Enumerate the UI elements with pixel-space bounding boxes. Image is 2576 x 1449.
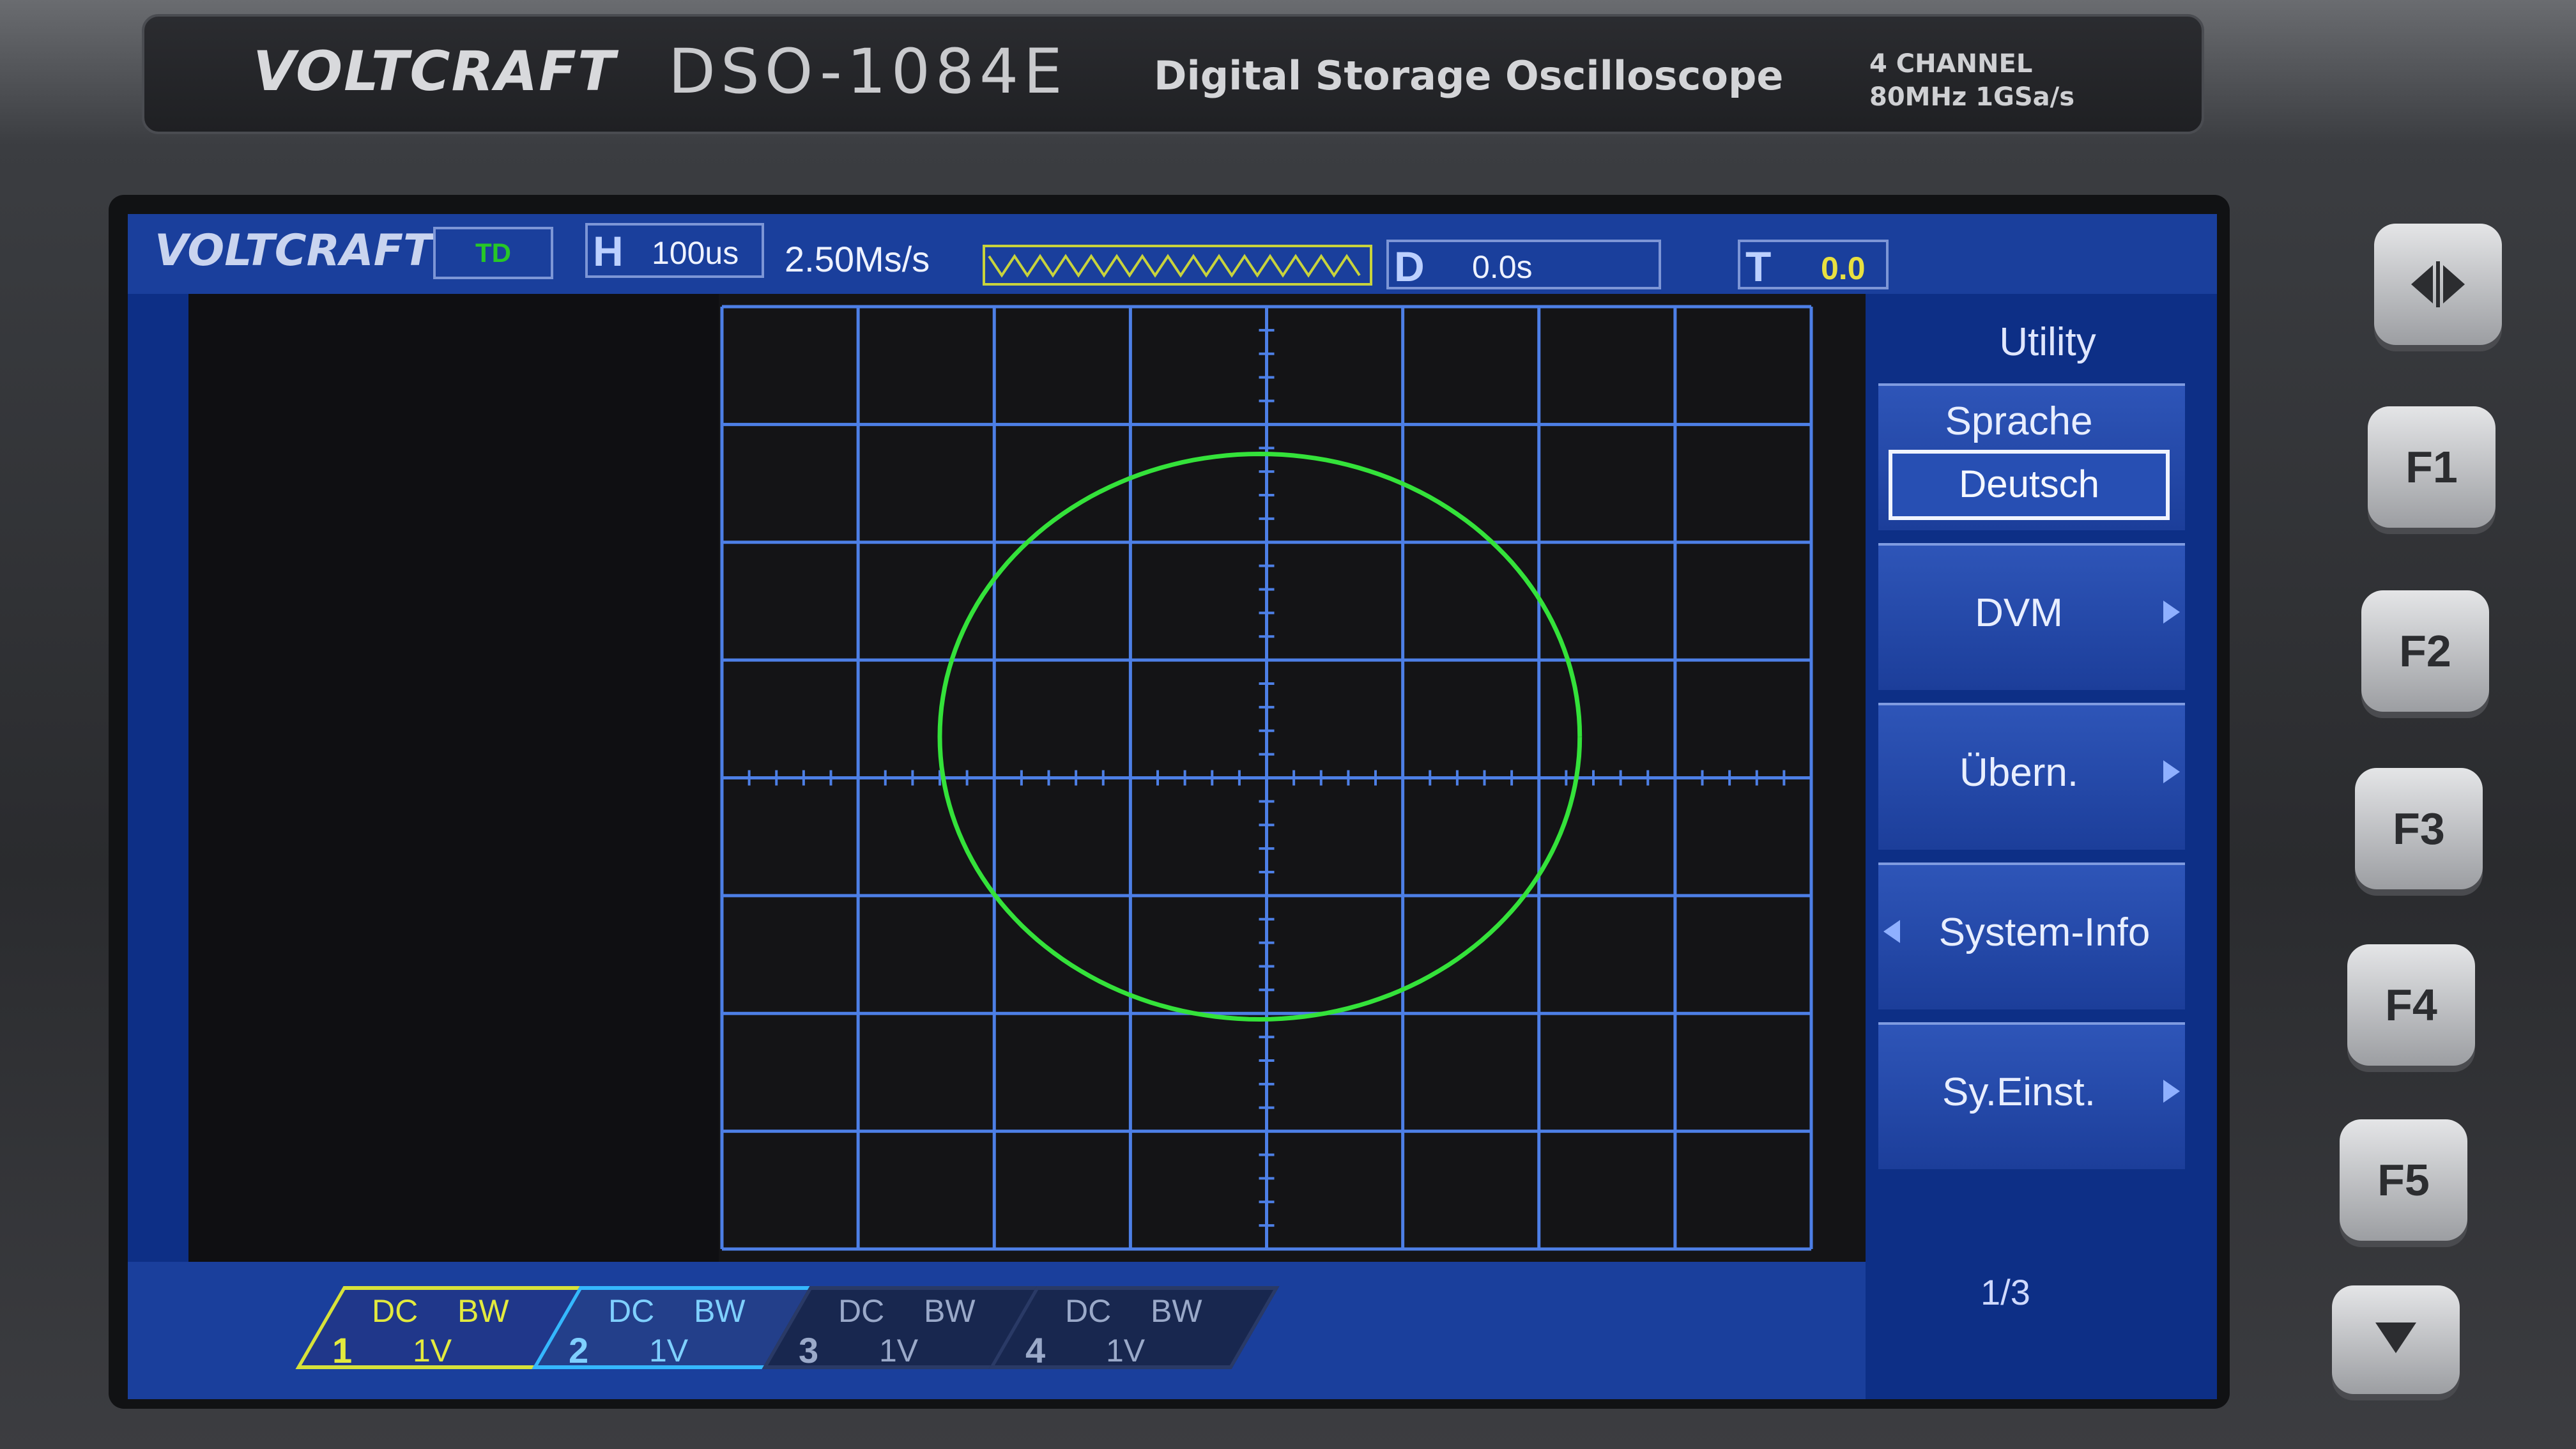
channel-volts-div: 1V bbox=[1106, 1333, 1146, 1368]
f5-button[interactable]: F5 bbox=[2340, 1119, 2467, 1241]
trigger-level-value: 0.0 bbox=[1821, 250, 1866, 286]
channel-volts-div: 1V bbox=[879, 1333, 919, 1368]
system-config-label: Sy.Einst. bbox=[1942, 1070, 2096, 1114]
system-info-label: System-Info bbox=[1938, 910, 2150, 954]
screen-logo: VOLTCRAFT bbox=[155, 226, 433, 276]
channel-number: 4 bbox=[1025, 1330, 1046, 1370]
device-spec: 4 CHANNEL 80MHz 1GSa/s bbox=[1869, 47, 2074, 114]
channel-volts-div: 1V bbox=[413, 1333, 452, 1368]
submenu-arrow-icon bbox=[2163, 1080, 2180, 1103]
t-label: T bbox=[1745, 243, 1772, 290]
display-toggle-button[interactable] bbox=[2374, 224, 2502, 345]
channel-number: 2 bbox=[569, 1330, 589, 1370]
left-dim-area bbox=[188, 294, 719, 1262]
trigger-level[interactable]: T bbox=[1738, 240, 1889, 290]
menu-item-system-info[interactable]: System-Info bbox=[1878, 862, 2185, 1009]
memory-wave-icon bbox=[988, 254, 1361, 278]
status-bar: VOLTCRAFT TD H 100us 2.50Ms/s D 0.0s T 0… bbox=[128, 214, 2217, 294]
f4-button[interactable]: F4 bbox=[2347, 944, 2475, 1066]
channel-coupling: DC bbox=[608, 1293, 655, 1329]
sample-rate: 2.50Ms/s bbox=[785, 239, 930, 279]
d-label: D bbox=[1394, 243, 1425, 290]
channel-number: 1 bbox=[332, 1330, 353, 1370]
brand-bar: VOLTCRAFT DSO-1084E Digital Storage Osci… bbox=[142, 14, 2204, 134]
lcd-screen: VOLTCRAFT TD H 100us 2.50Ms/s D 0.0s T 0… bbox=[128, 214, 2217, 1399]
dvm-label: DVM bbox=[1975, 591, 2063, 635]
channel-bw-limit: BW bbox=[924, 1293, 976, 1329]
xy-graticule bbox=[188, 294, 1866, 1262]
channel-bw-limit: BW bbox=[694, 1293, 746, 1329]
waveform-memory-indicator bbox=[983, 245, 1372, 286]
brand-logo: VOLTCRAFT bbox=[253, 40, 617, 103]
page-down-button[interactable] bbox=[2332, 1285, 2460, 1394]
menu-item-system-config[interactable]: Sy.Einst. bbox=[1878, 1022, 2185, 1169]
menu-item-language[interactable]: Sprache Deutsch bbox=[1878, 383, 2185, 530]
submenu-arrow-icon bbox=[2163, 601, 2180, 624]
channel-coupling: DC bbox=[838, 1293, 885, 1329]
spec-bandwidth: 80MHz 1GSa/s bbox=[1869, 82, 2075, 112]
spec-channels: 4 CHANNEL bbox=[1869, 49, 2033, 79]
f3-button[interactable]: F3 bbox=[2355, 768, 2483, 889]
d-delay-value: 0.0s bbox=[1472, 249, 1533, 285]
menu-page-indicator: 1/3 bbox=[1981, 1272, 2030, 1312]
language-label: Sprache bbox=[1945, 399, 2093, 443]
channel-bw-limit: BW bbox=[457, 1293, 509, 1329]
submenu-arrow-icon bbox=[2163, 760, 2180, 783]
model-name: DSO-1084E bbox=[668, 36, 1068, 107]
channel-coupling: DC bbox=[1065, 1293, 1112, 1329]
transfer-label: Übern. bbox=[1959, 751, 2079, 795]
channel-coupling: DC bbox=[372, 1293, 418, 1329]
menu-item-transfer[interactable]: Übern. bbox=[1878, 703, 2185, 850]
channel-4-badge[interactable]: 4 DC BW 1V bbox=[988, 1286, 1280, 1370]
channel-number: 3 bbox=[799, 1330, 819, 1370]
channel-bw-limit: BW bbox=[1151, 1293, 1202, 1329]
channel-strip: 1 DC BW 1V 2 DC BW 1V 3 DC BW 1V 4 DC BW… bbox=[128, 1262, 1866, 1399]
channel-volts-div: 1V bbox=[649, 1333, 689, 1368]
f2-button[interactable]: F2 bbox=[2361, 590, 2489, 712]
horizontal-delay[interactable]: D 0.0s bbox=[1386, 240, 1661, 290]
h-timebase-value: 100us bbox=[652, 235, 739, 271]
language-value: Deutsch bbox=[1889, 450, 2170, 520]
display-area bbox=[188, 294, 1866, 1262]
side-menu: Utility Sprache Deutsch DVM Übern. Syste… bbox=[1866, 294, 2217, 1348]
horizontal-timebase[interactable]: H 100us bbox=[585, 223, 764, 278]
menu-item-dvm[interactable]: DVM bbox=[1878, 543, 2185, 690]
action-arrow-icon bbox=[1883, 920, 1900, 943]
down-triangle-icon bbox=[2375, 1322, 2416, 1353]
trigger-status: TD bbox=[433, 227, 553, 279]
f1-button[interactable]: F1 bbox=[2368, 406, 2496, 528]
split-arrows-icon bbox=[2411, 261, 2465, 307]
menu-title: Utility bbox=[1999, 320, 2096, 364]
h-label: H bbox=[593, 227, 624, 275]
device-description: Digital Storage Oscilloscope bbox=[1154, 52, 1784, 99]
